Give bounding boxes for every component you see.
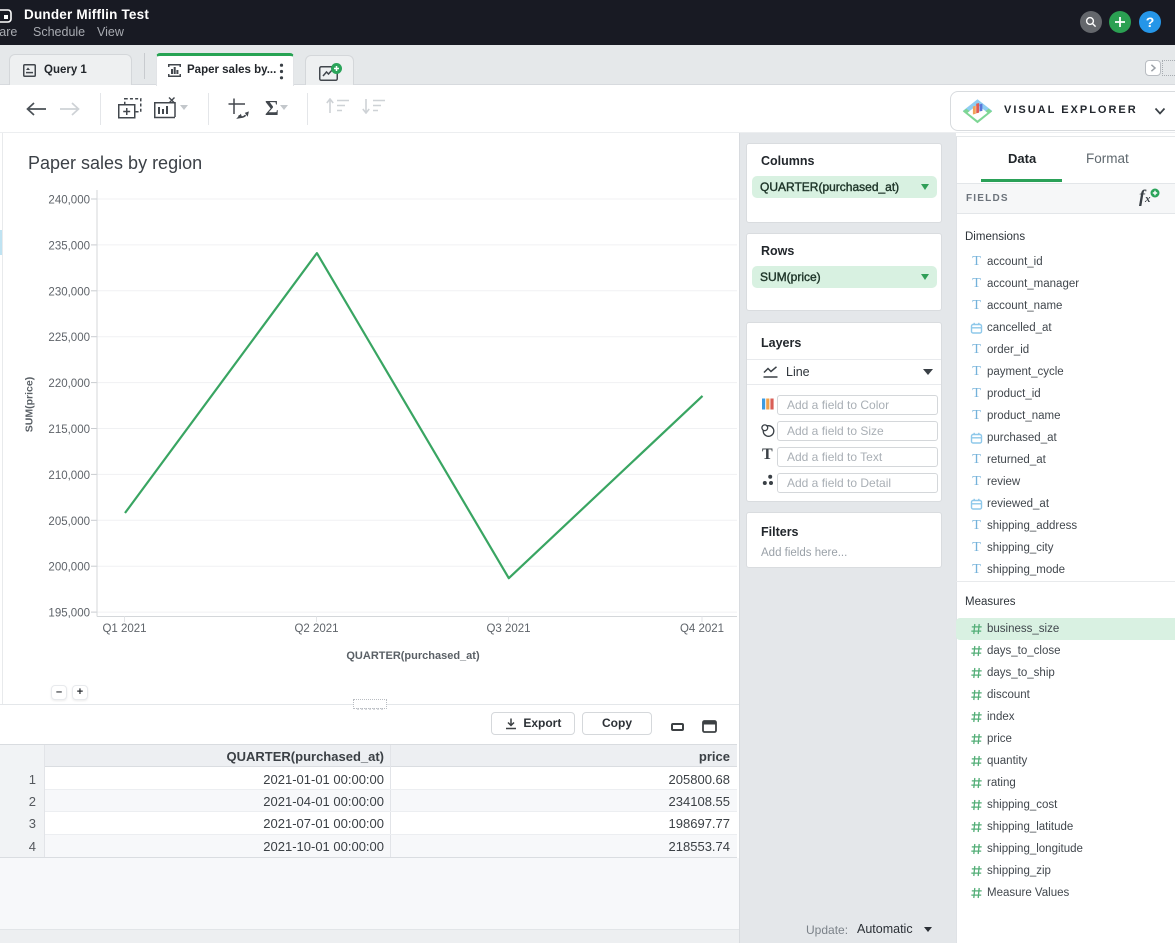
svg-text:Q2 2021: Q2 2021 (294, 623, 338, 635)
svg-text:235,000: 235,000 (48, 240, 90, 252)
svg-text:Q4 2021: Q4 2021 (680, 623, 724, 635)
svg-text:SUM(price): SUM(price) (24, 377, 36, 432)
svg-text:215,000: 215,000 (48, 424, 90, 436)
svg-text:Q3 2021: Q3 2021 (486, 623, 530, 635)
svg-text:240,000: 240,000 (48, 195, 90, 207)
svg-text:205,000: 205,000 (48, 516, 90, 528)
svg-text:210,000: 210,000 (48, 470, 90, 482)
svg-text:200,000: 200,000 (48, 562, 90, 574)
svg-text:225,000: 225,000 (48, 332, 90, 344)
svg-text:220,000: 220,000 (48, 378, 90, 390)
svg-text:195,000: 195,000 (48, 608, 90, 620)
svg-text:Q1 2021: Q1 2021 (102, 623, 146, 635)
svg-text:230,000: 230,000 (48, 286, 90, 298)
svg-text:QUARTER(purchased_at): QUARTER(purchased_at) (346, 650, 480, 662)
